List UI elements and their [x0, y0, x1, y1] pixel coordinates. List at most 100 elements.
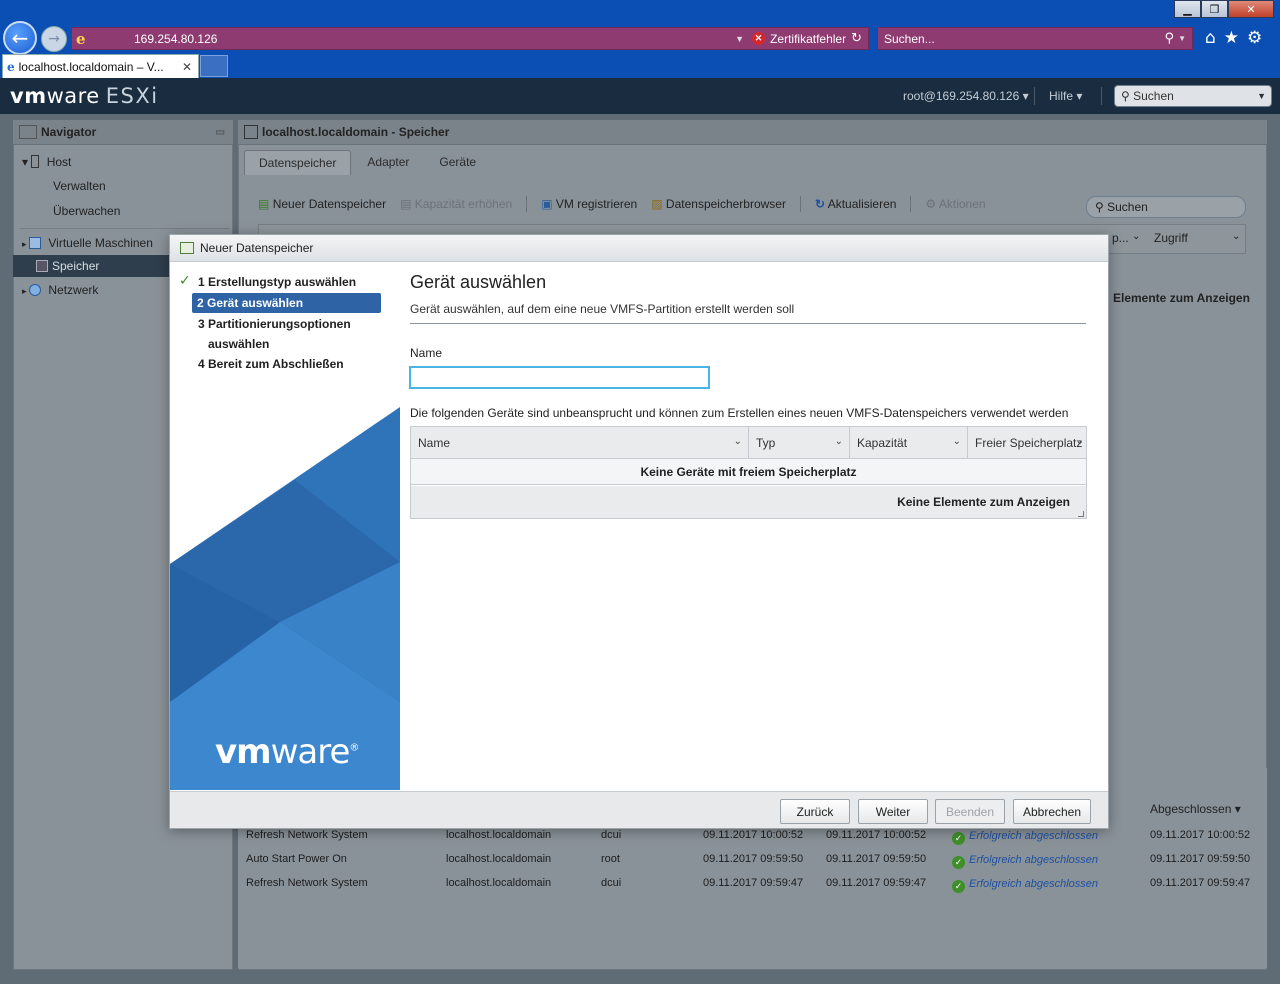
chevron-down-icon[interactable]: ⌄	[1076, 436, 1084, 447]
task-name: Refresh Network System	[246, 877, 368, 889]
expand-triangle-icon[interactable]: ▾	[22, 155, 31, 169]
storage-header-icon	[244, 125, 258, 139]
chevron-down-icon[interactable]: ▼	[1257, 91, 1266, 101]
increase-capacity-button[interactable]: ▤ Kapazität erhöhen	[400, 197, 512, 211]
search-icon: ⚲	[1121, 89, 1134, 103]
nav-virtual-machines[interactable]: ▸ Virtuelle Maschinen	[22, 236, 153, 250]
nav-ueberwachen[interactable]: Überwachen	[53, 204, 120, 218]
refresh-button[interactable]: ↻ Aktualisieren	[815, 197, 896, 211]
column-header-name[interactable]: Name ⌄	[411, 427, 749, 458]
nav-host[interactable]: ▾ Host	[22, 155, 71, 169]
user-menu[interactable]: root@169.254.80.126 ▾	[903, 89, 1029, 103]
datastore-search[interactable]: ⚲ Suchen	[1086, 196, 1246, 218]
step-heading: Gerät auswählen	[410, 272, 547, 292]
chevron-down-icon[interactable]: ⌄	[734, 436, 742, 447]
chevron-down-icon[interactable]: ⌄	[953, 436, 961, 447]
task-completed: 09.11.2017 09:59:50	[1150, 853, 1251, 865]
wizard-step-3[interactable]: 3 Partitionierungsoptionen	[198, 317, 351, 331]
no-items-label: Keine Elemente zum Anzeigen	[897, 495, 1070, 509]
column-header-completed[interactable]: Abgeschlossen ▾	[1150, 802, 1241, 816]
task-target[interactable]: localhost.localdomain	[446, 829, 551, 841]
tab-adapters[interactable]: Adapter	[353, 150, 423, 175]
column-header-type[interactable]: Typ ⌄	[749, 427, 850, 458]
chevron-down-icon[interactable]: ⌄	[1232, 231, 1240, 242]
settings-gear-icon[interactable]: ⚙	[1247, 28, 1262, 48]
address-dropdown-icon[interactable]: ▼	[735, 34, 744, 44]
browser-search-placeholder: Suchen...	[884, 31, 935, 46]
wizard-steps-panel: ✓ 1 Erstellungstyp auswählen 2 Gerät aus…	[170, 262, 400, 790]
wizard-step-1[interactable]: 1 Erstellungstyp auswählen	[198, 275, 356, 289]
maximize-icon[interactable]: ❐	[1201, 0, 1228, 18]
no-devices-row: Keine Geräte mit freiem Speicherplatz	[411, 459, 1086, 485]
chevron-down-icon[interactable]: ⌄	[835, 436, 843, 447]
toolbar-separator	[526, 196, 528, 212]
resize-handle-icon[interactable]	[1078, 511, 1084, 517]
tab-close-icon[interactable]: ✕	[182, 60, 192, 74]
column-header-free-space[interactable]: Freier Speicherplatz ⌄	[968, 427, 1086, 458]
task-initiator: root	[601, 853, 620, 865]
column-header-p[interactable]: p...	[1112, 231, 1129, 245]
browser-tab-active[interactable]: e localhost.localdomain – V... ✕	[2, 54, 199, 78]
register-vm-icon: ▣	[541, 197, 553, 211]
task-queued: 09.11.2017 09:59:50	[703, 853, 804, 865]
nav-network[interactable]: ▸ Netzwerk	[22, 283, 98, 297]
ie-tab-icon: e	[7, 59, 15, 74]
nav-vms-label: Virtuelle Maschinen	[48, 236, 153, 250]
device-grid-footer: Keine Elemente zum Anzeigen	[411, 486, 1086, 518]
home-icon[interactable]: ⌂	[1205, 28, 1216, 48]
navigator-title: Navigator	[41, 125, 97, 139]
datastore-name-input[interactable]	[409, 366, 710, 389]
tab-datastores[interactable]: Datenspeicher	[244, 150, 352, 175]
chevron-down-icon[interactable]: ⌄	[1132, 231, 1140, 242]
cert-error-label[interactable]: Zertifikatfehler	[770, 32, 846, 46]
actions-button[interactable]: ⚙ Aktionen	[925, 197, 985, 211]
expand-triangle-icon[interactable]: ▸	[22, 239, 29, 249]
search-icon[interactable]: ⚲	[1165, 31, 1175, 46]
close-icon[interactable]: ✕	[1228, 0, 1274, 18]
cancel-button[interactable]: Abbrechen	[1013, 799, 1091, 824]
back-arrow-icon[interactable]: ←	[3, 21, 37, 55]
header-divider	[1034, 87, 1035, 105]
register-vm-button[interactable]: ▣ VM registrieren	[541, 197, 637, 211]
column-header-capacity[interactable]: Kapazität ⌄	[850, 427, 968, 458]
header-search-label: Suchen	[1133, 89, 1174, 103]
finish-button[interactable]: Beenden	[935, 799, 1005, 824]
folder-search-icon: ▨	[651, 197, 663, 211]
search-dropdown-icon[interactable]: ▼	[1178, 34, 1186, 43]
task-target[interactable]: localhost.localdomain	[446, 853, 551, 865]
column-header-access[interactable]: Zugriff	[1154, 231, 1188, 245]
vmware-brand-background	[170, 407, 400, 790]
address-url[interactable]: 169.254.80.126	[134, 32, 217, 46]
refresh-icon[interactable]: ↻	[851, 31, 862, 46]
nav-storage-label: Speicher	[52, 259, 100, 273]
browser-search-box[interactable]: Suchen... ⚲ ▼	[877, 27, 1193, 50]
datastore-browser-button[interactable]: ▨ Datenspeicherbrowser	[651, 197, 786, 211]
host-icon	[31, 155, 40, 168]
wizard-step-4[interactable]: 4 Bereit zum Abschließen	[198, 357, 344, 371]
nav-verwalten[interactable]: Verwalten	[53, 179, 106, 193]
new-tab-button[interactable]	[200, 55, 228, 77]
new-datastore-button[interactable]: ▤ Neuer Datenspeicher	[258, 197, 386, 211]
minimize-icon[interactable]: ▁	[1174, 0, 1201, 18]
navigator-icon	[19, 125, 37, 139]
main-panel-title: localhost.localdomain - Speicher	[262, 125, 450, 139]
device-grid-header: Name ⌄ Typ ⌄ Kapazität ⌄ Freier Speicherpla…	[411, 427, 1086, 459]
next-button[interactable]: Weiter	[858, 799, 928, 824]
task-queued: 09.11.2017 09:59:47	[703, 877, 804, 889]
window-controls: ▁ ❐ ✕	[1174, 0, 1274, 20]
task-name: Refresh Network System	[246, 829, 368, 841]
wizard-step-2-active[interactable]: 2 Gerät auswählen	[192, 293, 381, 313]
task-target[interactable]: localhost.localdomain	[446, 877, 551, 889]
task-started: 09.11.2017 10:00:52	[826, 829, 927, 841]
help-menu[interactable]: Hilfe ▾	[1049, 89, 1082, 103]
header-search[interactable]: ⚲ Suchen ▼	[1114, 85, 1272, 107]
collapse-icon[interactable]: ▭	[216, 127, 225, 138]
network-globe-icon	[29, 284, 42, 296]
tab-devices[interactable]: Geräte	[425, 150, 490, 175]
expand-triangle-icon[interactable]: ▸	[22, 286, 29, 296]
address-bar[interactable]: e 169.254.80.126 ▼ ✕ Zertifikatfehler ↻	[71, 27, 869, 50]
favorites-star-icon[interactable]: ★	[1224, 28, 1239, 48]
forward-arrow-icon[interactable]: →	[41, 26, 67, 52]
back-button[interactable]: Zurück	[780, 799, 850, 824]
wizard-step-3-continued[interactable]: auswählen	[208, 337, 269, 351]
